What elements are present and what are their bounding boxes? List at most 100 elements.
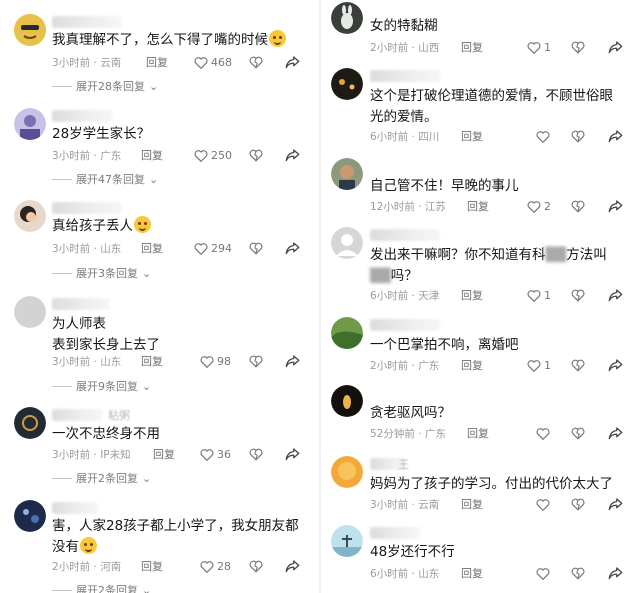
broken-heart-icon[interactable] xyxy=(571,497,585,511)
broken-heart-icon[interactable] xyxy=(571,288,585,302)
share-icon[interactable] xyxy=(608,40,623,54)
avatar[interactable] xyxy=(331,456,363,488)
avatar-image-icon xyxy=(14,407,46,439)
username[interactable] xyxy=(52,409,102,421)
expand-replies-button[interactable]: 展开9条回复 ⌄ xyxy=(52,378,151,394)
broken-heart-icon[interactable] xyxy=(571,129,585,143)
comment-column-right: 女的特黏糊 2小时前 · 山西 回复 1 这个是打破伦理道德的爱情，不顾世俗眼 … xyxy=(322,0,640,593)
reply-button[interactable]: 回复 xyxy=(461,357,483,373)
broken-heart-icon[interactable] xyxy=(571,566,585,580)
reply-button[interactable]: 回复 xyxy=(461,128,483,144)
broken-heart-icon[interactable] xyxy=(571,358,585,372)
username[interactable] xyxy=(52,502,98,514)
avatar[interactable] xyxy=(331,68,363,100)
expand-replies-button[interactable]: 展开2条回复 ⌄ xyxy=(52,470,151,486)
username[interactable] xyxy=(370,319,440,331)
expand-replies-button[interactable]: 展开2条回复 ⌄ xyxy=(52,582,151,593)
share-icon[interactable] xyxy=(608,129,623,143)
like-button[interactable]: 1 xyxy=(527,39,551,55)
like-button[interactable]: 2 xyxy=(527,198,551,214)
reply-button[interactable]: 回复 xyxy=(467,425,489,441)
avatar-image-icon xyxy=(14,500,46,532)
share-icon[interactable] xyxy=(285,241,300,255)
username[interactable] xyxy=(370,527,420,539)
avatar[interactable] xyxy=(331,525,363,557)
column-divider xyxy=(319,0,321,593)
avatar[interactable] xyxy=(331,2,363,34)
avatar[interactable] xyxy=(14,14,46,46)
like-button[interactable]: 1 xyxy=(527,287,551,303)
like-button[interactable] xyxy=(536,128,553,144)
like-button[interactable]: 1 xyxy=(527,357,551,373)
reply-button[interactable]: 回复 xyxy=(461,496,483,512)
reply-button[interactable]: 回复 xyxy=(141,353,163,369)
expand-line xyxy=(52,85,72,87)
broken-heart-icon[interactable] xyxy=(249,148,263,162)
broken-heart-icon[interactable] xyxy=(571,426,585,440)
username[interactable] xyxy=(52,16,122,28)
share-icon[interactable] xyxy=(608,497,623,511)
like-button[interactable] xyxy=(536,565,553,581)
like-button[interactable] xyxy=(536,425,553,441)
comment-text: 28岁学生家长？ xyxy=(52,126,151,142)
like-button[interactable]: 468 xyxy=(194,54,232,70)
reply-button[interactable]: 回复 xyxy=(461,287,483,303)
share-icon[interactable] xyxy=(285,447,300,461)
reply-button[interactable]: 回复 xyxy=(467,198,489,214)
username[interactable] xyxy=(52,202,122,214)
username[interactable] xyxy=(52,110,112,122)
share-icon[interactable] xyxy=(285,559,300,573)
broken-heart-icon[interactable] xyxy=(249,55,263,69)
like-button[interactable]: 36 xyxy=(200,446,231,462)
share-icon[interactable] xyxy=(608,426,623,440)
share-icon[interactable] xyxy=(285,354,300,368)
avatar[interactable] xyxy=(14,108,46,140)
like-button[interactable]: 250 xyxy=(194,147,232,163)
broken-heart-icon[interactable] xyxy=(571,40,585,54)
heart-icon xyxy=(200,560,214,573)
avatar[interactable] xyxy=(331,385,363,417)
like-button[interactable]: 294 xyxy=(194,240,232,256)
username[interactable] xyxy=(370,229,440,241)
broken-heart-icon[interactable] xyxy=(249,447,263,461)
avatar[interactable] xyxy=(14,500,46,532)
reply-button[interactable]: 回复 xyxy=(146,54,168,70)
avatar-image-icon xyxy=(331,68,363,100)
comment-meta: 3小时前 · IP未知 xyxy=(52,449,131,461)
reply-button[interactable]: 回复 xyxy=(153,446,175,462)
expand-label: 展开47条回复 xyxy=(76,173,145,186)
expand-replies-button[interactable]: 展开47条回复 ⌄ xyxy=(52,171,158,187)
reply-button[interactable]: 回复 xyxy=(141,558,163,574)
share-icon[interactable] xyxy=(608,566,623,580)
reply-button[interactable]: 回复 xyxy=(461,39,483,55)
avatar[interactable] xyxy=(331,317,363,349)
comment-text-line: 光的爱情。 xyxy=(370,109,438,125)
like-button[interactable] xyxy=(536,496,553,512)
username[interactable] xyxy=(370,70,440,82)
avatar[interactable] xyxy=(331,158,363,190)
broken-heart-icon[interactable] xyxy=(249,354,263,368)
reply-button[interactable]: 回复 xyxy=(141,147,163,163)
share-icon[interactable] xyxy=(608,358,623,372)
broken-heart-icon[interactable] xyxy=(249,241,263,255)
reply-button[interactable]: 回复 xyxy=(461,565,483,581)
share-icon[interactable] xyxy=(608,288,623,302)
avatar-placeholder-icon xyxy=(331,227,363,259)
username[interactable] xyxy=(52,298,110,310)
avatar[interactable] xyxy=(331,227,363,259)
broken-heart-icon[interactable] xyxy=(249,559,263,573)
share-icon[interactable] xyxy=(608,199,623,213)
broken-heart-icon[interactable] xyxy=(571,199,585,213)
comment-meta: 3小时前 · 山东 xyxy=(52,243,122,255)
avatar[interactable] xyxy=(14,407,46,439)
share-icon[interactable] xyxy=(285,148,300,162)
like-button[interactable]: 98 xyxy=(200,353,231,369)
like-button[interactable]: 28 xyxy=(200,558,231,574)
comment-text-line: 这个是打破伦理道德的爱情，不顾世俗眼 xyxy=(370,88,613,104)
share-icon[interactable] xyxy=(285,55,300,69)
reply-button[interactable]: 回复 xyxy=(141,240,163,256)
avatar[interactable] xyxy=(14,296,46,328)
expand-replies-button[interactable]: 展开28条回复 ⌄ xyxy=(52,78,158,94)
avatar[interactable] xyxy=(14,200,46,232)
expand-replies-button[interactable]: 展开3条回复 ⌄ xyxy=(52,265,151,281)
